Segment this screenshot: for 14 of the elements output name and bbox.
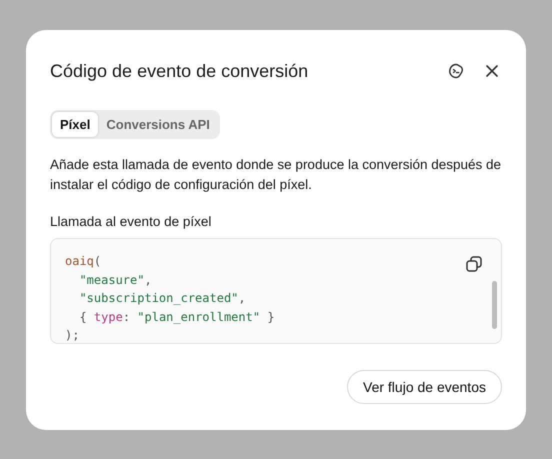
code-label: Llamada al evento de píxel xyxy=(50,214,212,229)
copy-icon[interactable] xyxy=(465,255,483,273)
code-line: ); xyxy=(65,327,80,343)
code-line: "subscription_created", xyxy=(78,290,246,307)
terminal-chat-icon[interactable] xyxy=(446,61,466,81)
scrollbar[interactable] xyxy=(492,281,497,329)
code-line: { type: "plan_enrollment" } xyxy=(78,308,275,326)
dialog-title: Código de evento de conversión xyxy=(50,60,310,82)
code-line: oaiq( xyxy=(65,253,102,270)
code-line: "measure", xyxy=(78,272,152,288)
view-events-button[interactable]: Ver flujo de eventos xyxy=(347,370,502,404)
tab[interactable]: Conversions API xyxy=(98,112,218,137)
description-text: Añade esta llamada de evento donde se produce la conversión después de instalar el código de configuración del píxel. xyxy=(50,156,502,194)
tab[interactable]: Píxel xyxy=(52,112,98,137)
